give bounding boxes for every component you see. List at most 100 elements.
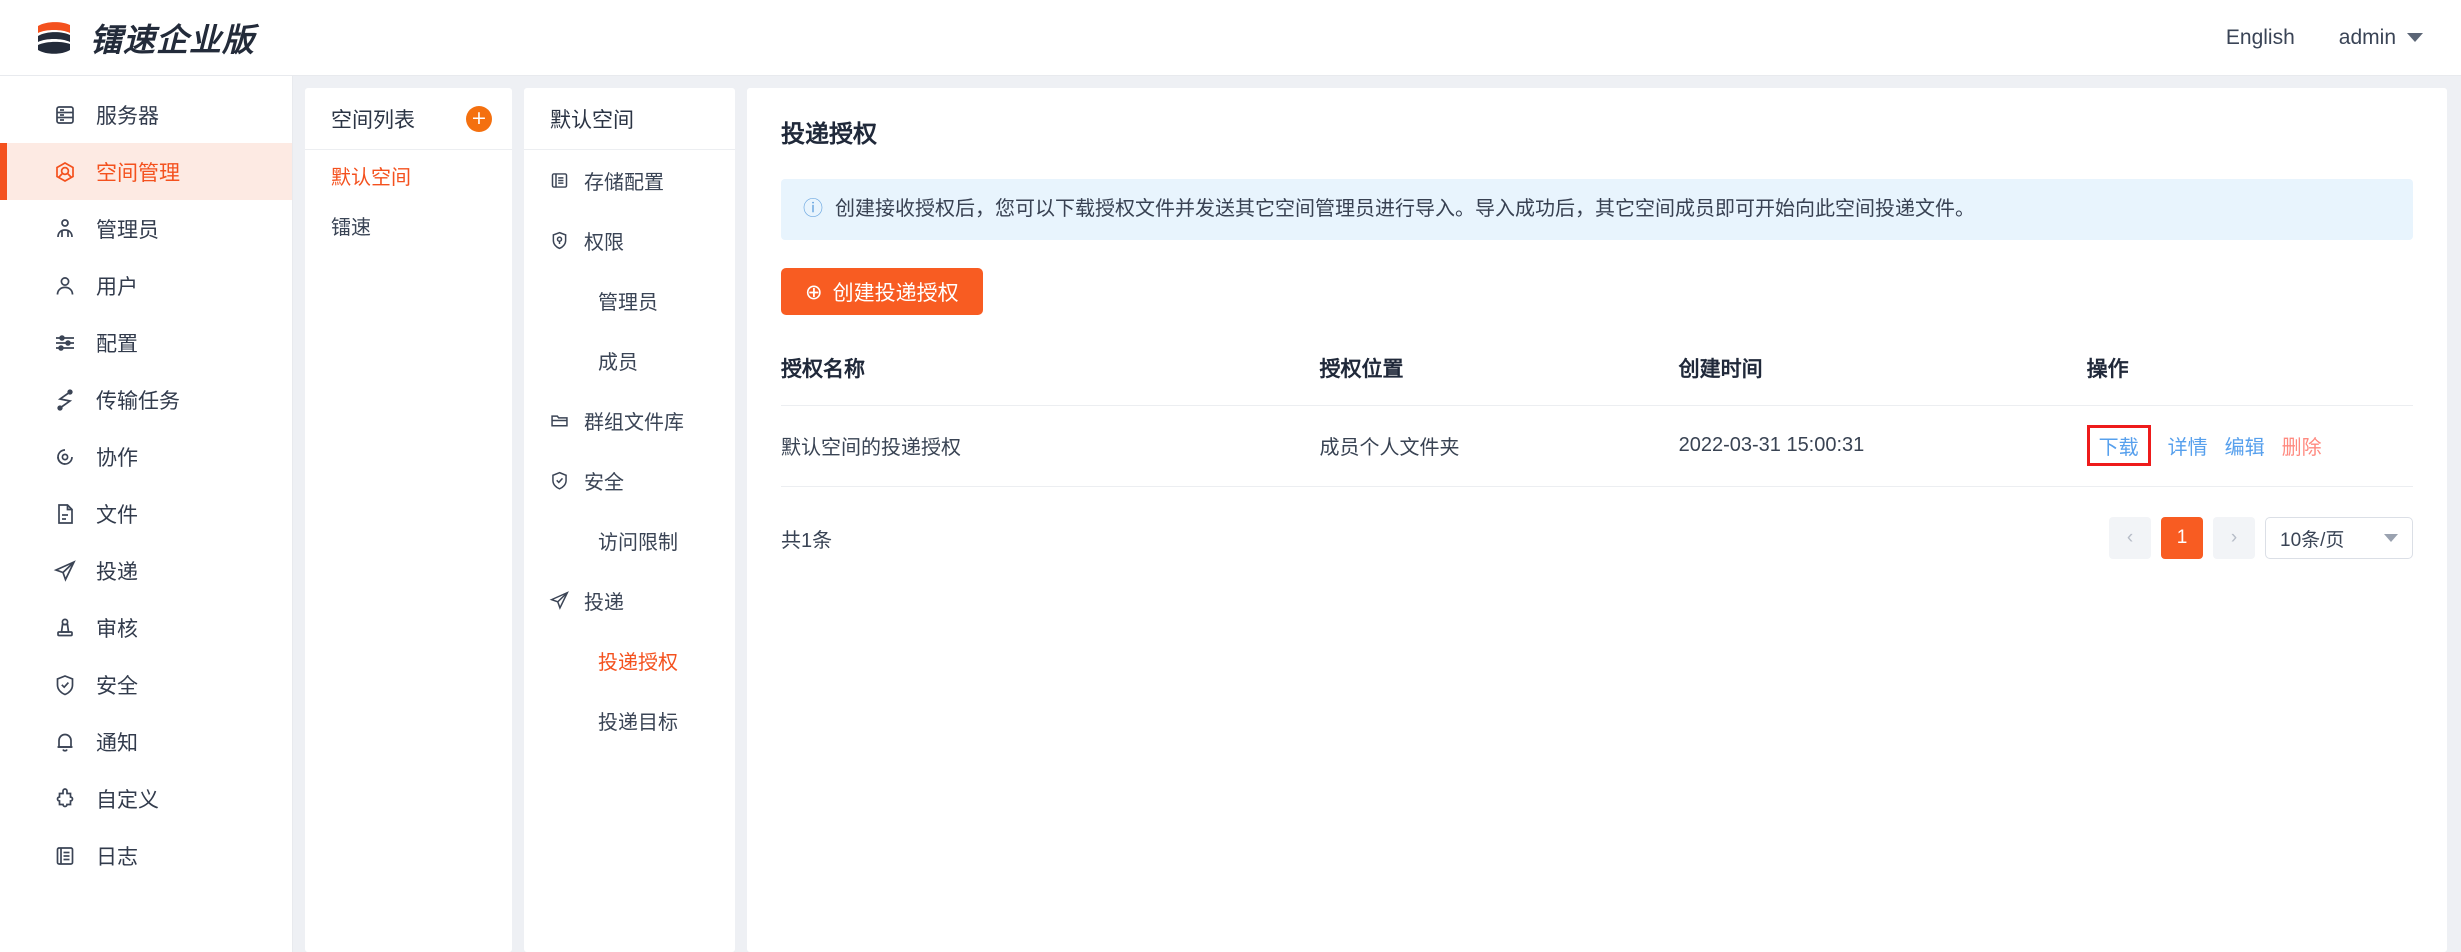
download-link[interactable]: 下载 <box>2087 425 2151 466</box>
send-plane-icon <box>548 589 570 611</box>
sidebar-item-label: 日志 <box>96 841 138 871</box>
space-menu-item-label: 管理员 <box>598 286 658 315</box>
space-menu-item-administrator[interactable]: 管理员 <box>524 270 735 330</box>
space-menu-item-member[interactable]: 成员 <box>524 330 735 390</box>
pagination-prev-button[interactable]: ‹ <box>2109 517 2151 559</box>
space-menu-item-label: 投递目标 <box>598 706 678 735</box>
space-list-item-default[interactable]: 默认空间 <box>305 150 512 200</box>
top-bar-right: English admin <box>2226 26 2461 50</box>
folder-icon <box>548 409 570 431</box>
brand-title: 镭速企业版 <box>90 15 255 61</box>
language-switch[interactable]: English <box>2226 26 2295 50</box>
edit-link[interactable]: 编辑 <box>2225 431 2265 460</box>
space-menu-item-label: 群组文件库 <box>584 406 684 435</box>
space-menu-item-label: 投递授权 <box>598 646 678 675</box>
file-icon <box>52 501 78 527</box>
create-delivery-authorization-button[interactable]: ⊕ 创建投递授权 <box>781 268 983 315</box>
space-menu-item-permission[interactable]: 权限 <box>524 210 735 270</box>
page-size-label: 10条/页 <box>2280 525 2344 552</box>
sidebar-item-label: 投递 <box>96 556 138 586</box>
column-header-location: 授权位置 <box>1320 345 1679 406</box>
sidebar-item-label: 管理员 <box>96 214 159 244</box>
chevron-down-icon <box>2384 534 2398 542</box>
main-panel: 投递授权 ⓘ 创建接收授权后，您可以下载授权文件并发送其它空间管理员进行导入。导… <box>747 88 2447 952</box>
cell-actions: 下载 详情 编辑 删除 <box>2087 406 2413 487</box>
sidebar-item-log[interactable]: 日志 <box>0 827 292 884</box>
shield-check-icon <box>52 672 78 698</box>
space-menu-item-access-restriction[interactable]: 访问限制 <box>524 510 735 570</box>
sidebar-item-delivery[interactable]: 投递 <box>0 542 292 599</box>
sidebar-item-label: 自定义 <box>96 784 159 814</box>
space-menu-item-label: 安全 <box>584 466 624 495</box>
sidebar-item-security[interactable]: 安全 <box>0 656 292 713</box>
create-button-label: 创建投递授权 <box>833 277 959 307</box>
sidebar-item-user[interactable]: 用户 <box>0 257 292 314</box>
space-menu-item-group-library[interactable]: 群组文件库 <box>524 390 735 450</box>
brand: 镭速企业版 <box>0 15 255 61</box>
pagination: ‹ 1 › 10条/页 <box>2109 517 2413 559</box>
column-header-actions: 操作 <box>2087 345 2413 406</box>
sidebar-item-space-management[interactable]: 空间管理 <box>0 143 292 200</box>
sidebar-item-label: 配置 <box>96 328 138 358</box>
sidebar-item-label: 服务器 <box>96 100 159 130</box>
add-space-button[interactable]: + <box>466 106 492 132</box>
authorization-table: 授权名称 授权位置 创建时间 操作 默认空间的投递授权 成员个人文件夹 2022… <box>781 345 2413 487</box>
permission-icon <box>548 229 570 251</box>
sidebar: 服务器 空间管理 管理员 用户 配置 <box>0 76 293 952</box>
space-list-panel: 空间列表 + 默认空间 镭速 <box>305 88 512 952</box>
info-circle-icon: ⓘ <box>803 195 823 223</box>
user-icon <box>52 273 78 299</box>
space-menu-item-storage-config[interactable]: 存储配置 <box>524 150 735 210</box>
pagination-page-1[interactable]: 1 <box>2161 517 2203 559</box>
sidebar-item-collaboration[interactable]: 协作 <box>0 428 292 485</box>
space-list-title: 空间列表 <box>331 104 415 134</box>
shield-check-icon <box>548 469 570 491</box>
space-menu-item-delivery-authorization[interactable]: 投递授权 <box>524 630 735 690</box>
space-menu-item-delivery-target[interactable]: 投递目标 <box>524 690 735 750</box>
sidebar-item-label: 审核 <box>96 613 138 643</box>
sliders-icon <box>52 330 78 356</box>
cell-created: 2022-03-31 15:00:31 <box>1679 406 2087 487</box>
sidebar-item-notification[interactable]: 通知 <box>0 713 292 770</box>
space-menu-header: 默认空间 <box>524 88 735 150</box>
info-banner-text: 创建接收授权后，您可以下载授权文件并发送其它空间管理员进行导入。导入成功后，其它… <box>835 195 1975 224</box>
sidebar-item-administrator[interactable]: 管理员 <box>0 200 292 257</box>
cell-location: 成员个人文件夹 <box>1320 406 1679 487</box>
sidebar-item-label: 空间管理 <box>96 157 180 187</box>
details-link[interactable]: 详情 <box>2168 431 2208 460</box>
delete-link[interactable]: 删除 <box>2282 431 2322 460</box>
audit-stamp-icon <box>52 615 78 641</box>
space-menu-item-security[interactable]: 安全 <box>524 450 735 510</box>
sidebar-item-configuration[interactable]: 配置 <box>0 314 292 371</box>
bell-icon <box>52 729 78 755</box>
content-region: 空间列表 + 默认空间 镭速 默认空间 存储配置 <box>293 76 2461 952</box>
puzzle-icon <box>52 786 78 812</box>
admin-user-icon <box>52 216 78 242</box>
space-list-item-raysync[interactable]: 镭速 <box>305 200 512 250</box>
collaborate-icon <box>52 444 78 470</box>
space-item-label: 默认空间 <box>331 161 411 190</box>
column-header-name: 授权名称 <box>781 345 1320 406</box>
space-menu-item-delivery[interactable]: 投递 <box>524 570 735 630</box>
sidebar-item-audit[interactable]: 审核 <box>0 599 292 656</box>
sidebar-item-label: 安全 <box>96 670 138 700</box>
sidebar-item-customization[interactable]: 自定义 <box>0 770 292 827</box>
chevron-left-icon: ‹ <box>2127 527 2133 549</box>
send-plane-icon <box>52 558 78 584</box>
user-menu[interactable]: admin <box>2339 26 2423 50</box>
storage-icon <box>548 169 570 191</box>
total-count-label: 共1条 <box>781 524 832 553</box>
pagination-next-button[interactable]: › <box>2213 517 2255 559</box>
sidebar-item-transfer-task[interactable]: 传输任务 <box>0 371 292 428</box>
page-size-select[interactable]: 10条/页 <box>2265 517 2413 559</box>
space-item-label: 镭速 <box>331 211 371 240</box>
space-list-header: 空间列表 + <box>305 88 512 150</box>
stacked-layers-logo-icon <box>32 17 76 59</box>
sidebar-item-files[interactable]: 文件 <box>0 485 292 542</box>
space-menu-panel: 默认空间 存储配置 权限 管理员 成员 <box>524 88 735 952</box>
sidebar-item-label: 文件 <box>96 499 138 529</box>
space-hex-icon <box>52 159 78 185</box>
cell-name: 默认空间的投递授权 <box>781 406 1320 487</box>
sidebar-item-label: 传输任务 <box>96 385 180 415</box>
sidebar-item-server[interactable]: 服务器 <box>0 86 292 143</box>
